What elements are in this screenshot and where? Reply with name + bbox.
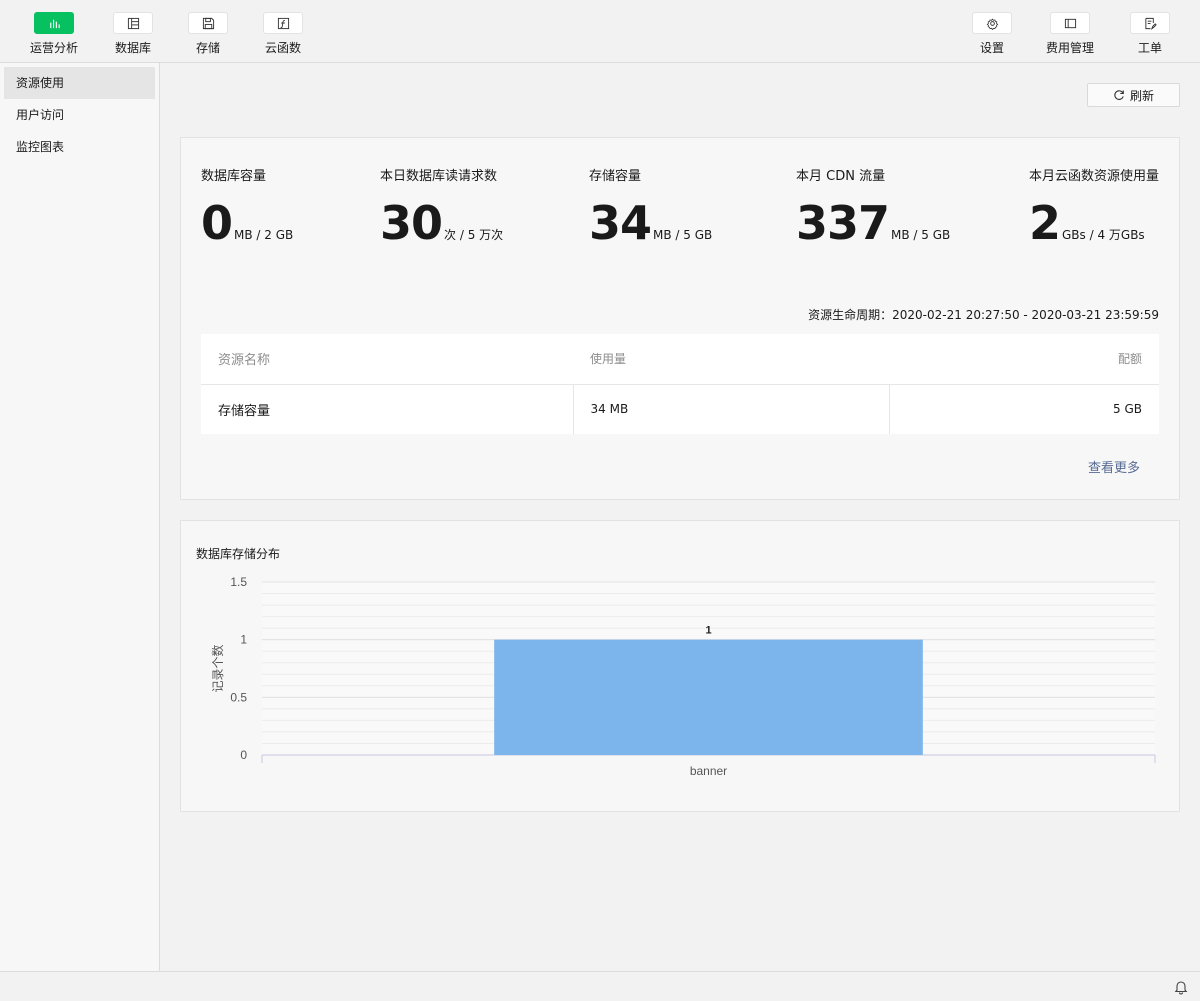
resource-table: 资源名称 使用量 配额 存储容量 34 MB 5 GB xyxy=(201,334,1159,434)
stat-unit: 次 / 5 万次 xyxy=(444,228,504,242)
y-tick-label: 1 xyxy=(240,633,247,647)
nav-billing[interactable]: 费用管理 xyxy=(1035,12,1105,56)
gear-icon xyxy=(972,12,1012,34)
billing-icon xyxy=(1050,12,1090,34)
stat-cdn-traffic: 本月 CDN 流量 337 MB / 5 GB xyxy=(796,165,950,246)
save-icon xyxy=(188,12,228,34)
nav-cloud-functions[interactable]: 云函数 xyxy=(248,12,318,56)
stat-label: 存储容量 xyxy=(589,169,642,184)
refresh-icon xyxy=(1114,90,1124,100)
top-toolbar: 运营分析 数据库 存储 云函数 设置 费用管理 工单 xyxy=(0,0,1200,63)
resource-lifecycle: 资源生命周期：2020-02-21 20:27:50 - 2020-03-21 … xyxy=(808,308,1159,322)
cell-name: 存储容量 xyxy=(218,403,271,419)
sidebar: 资源使用 用户访问 监控图表 xyxy=(0,63,160,971)
stat-label: 本日数据库读请求数 xyxy=(380,169,498,184)
stat-value: 0 xyxy=(201,196,233,250)
stat-database-capacity: 数据库容量 0 MB / 2 GB xyxy=(201,165,293,246)
stat-unit: MB / 5 GB xyxy=(653,228,713,242)
sidebar-item-user-access[interactable]: 用户访问 xyxy=(4,99,155,131)
refresh-button[interactable]: 刷新 xyxy=(1087,83,1180,107)
y-tick-label: 0.5 xyxy=(230,690,247,704)
stat-value: 337 xyxy=(796,196,890,250)
stat-unit: MB / 5 GB xyxy=(891,228,951,242)
y-tick-label: 1.5 xyxy=(230,575,247,589)
refresh-label: 刷新 xyxy=(1129,88,1154,103)
stat-label: 本月云函数资源使用量 xyxy=(1028,169,1159,184)
x-tick-label: banner xyxy=(690,764,727,778)
column-header-usage: 使用量 xyxy=(573,334,889,385)
stat-value: 2 xyxy=(1028,196,1061,250)
table-header-row: 资源名称 使用量 配额 xyxy=(201,334,1159,385)
stat-unit: GBs / 4 万GBs xyxy=(1062,228,1145,242)
column-header-name: 资源名称 xyxy=(201,334,573,385)
nav-label: 费用管理 xyxy=(1045,41,1094,55)
bar-data-label: 1 xyxy=(705,625,711,637)
nav-label: 云函数 xyxy=(264,41,301,55)
nav-settings[interactable]: 设置 xyxy=(957,12,1027,56)
stat-value: 34 xyxy=(589,196,652,250)
bar-chart: 0 0.5 1 1.5 记录个数 1 banner xyxy=(210,575,1156,778)
table-row: 存储容量 34 MB 5 GB xyxy=(201,384,1159,434)
stat-cloud-function-usage: 本月云函数资源使用量 2 GBs / 4 万GBs xyxy=(1029,165,1159,246)
bar xyxy=(494,639,923,755)
nav-label: 工单 xyxy=(1137,41,1162,55)
sidebar-item-monitoring-charts[interactable]: 监控图表 xyxy=(4,131,155,163)
stat-value: 30 xyxy=(380,196,443,250)
nav-label: 数据库 xyxy=(114,41,151,55)
nav-tickets[interactable]: 工单 xyxy=(1115,12,1185,56)
view-more-link[interactable]: 查看更多 xyxy=(1088,457,1140,476)
stat-storage-capacity: 存储容量 34 MB / 5 GB xyxy=(589,165,712,246)
sidebar-item-resource-usage[interactable]: 资源使用 xyxy=(4,67,155,99)
bell-icon[interactable] xyxy=(1174,979,1188,995)
resource-usage-card: 数据库容量 0 MB / 2 GB 本日数据库读请求数 30 次 / 5 万次 存储… xyxy=(180,137,1180,500)
column-header-quota: 配额 xyxy=(889,334,1159,385)
bar-chart-icon xyxy=(34,12,74,34)
database-storage-chart-card: 数据库存储分布 0 0.5 1 1.5 记录个数 1 banner xyxy=(180,520,1180,812)
nav-label: 存储 xyxy=(195,41,220,55)
database-icon xyxy=(113,12,153,34)
nav-label: 设置 xyxy=(979,41,1004,55)
nav-operations-analysis[interactable]: 运营分析 xyxy=(19,12,89,56)
nav-database[interactable]: 数据库 xyxy=(98,12,168,56)
cell-usage: 34 MB xyxy=(572,384,889,434)
stat-label: 数据库容量 xyxy=(201,169,267,184)
nav-storage[interactable]: 存储 xyxy=(173,12,243,56)
y-tick-label: 0 xyxy=(240,748,247,762)
ticket-icon xyxy=(1130,12,1170,34)
y-axis-label: 记录个数 xyxy=(210,644,225,692)
stat-daily-db-reads: 本日数据库读请求数 30 次 / 5 万次 xyxy=(380,165,503,246)
nav-label: 运营分析 xyxy=(29,41,78,55)
stat-label: 本月 CDN 流量 xyxy=(796,169,886,184)
function-icon xyxy=(263,12,303,34)
status-bar xyxy=(0,971,1200,1001)
stat-unit: MB / 2 GB xyxy=(234,228,294,242)
cell-quota: 5 GB xyxy=(888,384,1159,434)
